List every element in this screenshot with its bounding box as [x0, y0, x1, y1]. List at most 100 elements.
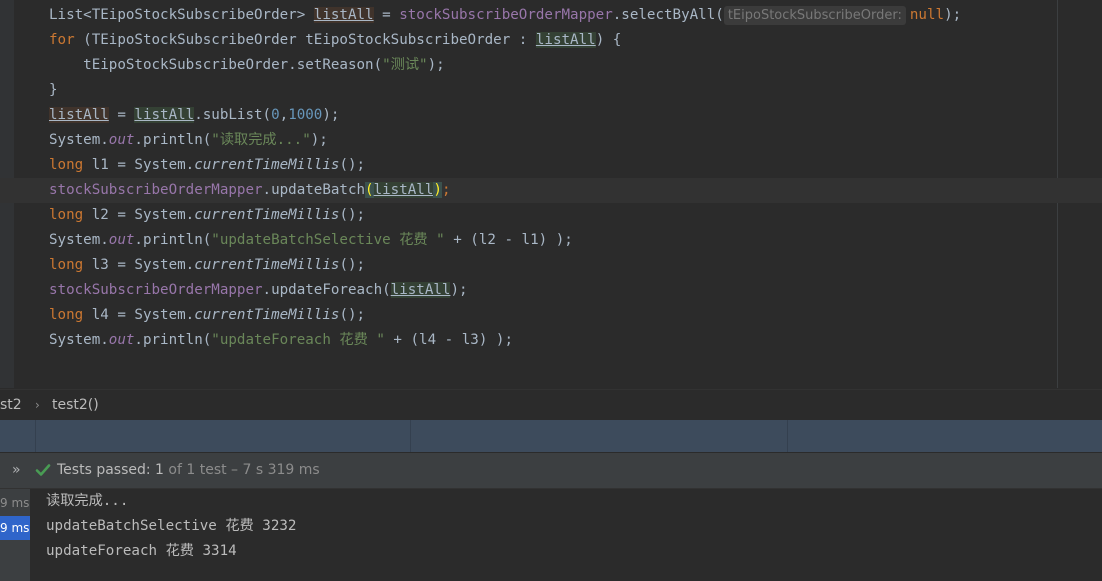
- code-line[interactable]: for (TEipoStockSubscribeOrder tEipoStock…: [0, 28, 1102, 53]
- tests-passed-count: 1: [155, 462, 164, 478]
- code-token: ) {: [595, 32, 622, 48]
- code-token: "测试": [382, 57, 428, 73]
- code-token: System.: [49, 132, 109, 148]
- code-token: ();: [339, 257, 366, 273]
- code-token: );: [310, 132, 328, 148]
- code-token: long: [49, 307, 92, 323]
- code-token: 0: [271, 107, 280, 123]
- code-token: stockSubscribeOrderMapper: [399, 7, 613, 23]
- code-line[interactable]: System.out.println("updateForeach 花费 " +…: [0, 328, 1102, 353]
- code-line[interactable]: long l3 = System.currentTimeMillis();: [0, 253, 1102, 278]
- code-token: long: [49, 257, 92, 273]
- code-token: l4 = System.: [91, 307, 195, 323]
- code-token: ): [433, 182, 442, 198]
- code-token: ,: [279, 107, 289, 123]
- code-token: l2 = System.: [91, 207, 195, 223]
- test-tree-row[interactable]: 9 ms: [0, 516, 30, 540]
- code-token: System.: [49, 232, 109, 248]
- breadcrumb-class[interactable]: st2: [0, 390, 22, 420]
- code-token: .updateBatch: [262, 182, 366, 198]
- check-icon: [35, 464, 51, 476]
- code-token: ;: [441, 182, 451, 198]
- code-line[interactable]: System.out.println("读取完成...");: [0, 128, 1102, 153]
- code-token: .selectByAll(: [612, 7, 724, 23]
- run-toolbar: [0, 420, 1102, 453]
- code-token: =: [108, 107, 135, 123]
- code-token: "读取完成...": [211, 132, 311, 148]
- code-line-text: long l4 = System.currentTimeMillis();: [49, 303, 365, 328]
- code-line[interactable]: listAll = listAll.subList(0,1000);: [0, 103, 1102, 128]
- code-token: ();: [339, 307, 366, 323]
- code-token: out: [108, 232, 135, 248]
- expand-icon[interactable]: »: [12, 453, 21, 488]
- code-token: currentTimeMillis: [194, 257, 340, 273]
- code-token: stockSubscribeOrderMapper: [49, 182, 263, 198]
- code-token: "updateBatchSelective 花费 ": [211, 232, 445, 248]
- code-line-text: long l1 = System.currentTimeMillis();: [49, 153, 365, 178]
- code-line[interactable]: long l4 = System.currentTimeMillis();: [0, 303, 1102, 328]
- code-token: List<TEipoStockSubscribeOrder>: [49, 7, 314, 23]
- code-token: );: [322, 107, 340, 123]
- code-line[interactable]: long l2 = System.currentTimeMillis();: [0, 203, 1102, 228]
- code-token: out: [108, 332, 135, 348]
- code-editor[interactable]: List<TEipoStockSubscribeOrder> listAll =…: [0, 0, 1102, 388]
- code-token: stockSubscribeOrderMapper: [49, 282, 263, 298]
- parameter-hint: tEipoStockSubscribeOrder:: [723, 6, 906, 25]
- code-token: System.: [49, 332, 109, 348]
- toolbar-section: [410, 420, 787, 452]
- code-token: .println(: [134, 232, 212, 248]
- code-line[interactable]: List<TEipoStockSubscribeOrder> listAll =…: [0, 3, 1102, 28]
- code-line-text: tEipoStockSubscribeOrder.setReason("测试")…: [49, 53, 445, 78]
- code-token: );: [427, 57, 445, 73]
- code-token: (: [365, 182, 374, 198]
- test-tree: 9 ms 9 ms: [0, 489, 30, 581]
- code-token: + (l4 - l3) );: [384, 332, 514, 348]
- code-line-text: System.out.println("updateForeach 花费 " +…: [49, 328, 513, 353]
- breadcrumb-method[interactable]: test2(): [52, 390, 99, 420]
- code-line-text: long l2 = System.currentTimeMillis();: [49, 203, 365, 228]
- code-token: long: [49, 207, 92, 223]
- code-token: for: [49, 32, 84, 48]
- code-line-text: for (TEipoStockSubscribeOrder tEipoStock…: [49, 28, 621, 53]
- code-token: listAll: [313, 7, 374, 23]
- breadcrumb: st2 › test2(): [0, 389, 1102, 421]
- tests-passed-label: Tests passed:: [57, 462, 156, 478]
- code-line-text: System.out.println("读取完成...");: [49, 128, 328, 153]
- tests-passed-detail: of 1 test – 7 s 319 ms: [163, 462, 320, 478]
- code-token: null: [909, 7, 945, 23]
- code-token: (TEipoStockSubscribeOrder tEipoStockSubs…: [83, 32, 536, 48]
- code-token: l3 = System.: [91, 257, 195, 273]
- code-token: currentTimeMillis: [194, 157, 340, 173]
- test-status-bar: » Tests passed: 1 of 1 test – 7 s 319 ms: [0, 453, 1102, 489]
- code-line[interactable]: long l1 = System.currentTimeMillis();: [0, 153, 1102, 178]
- code-token: .updateForeach(: [262, 282, 391, 298]
- breadcrumb-separator-icon: ›: [35, 398, 40, 412]
- code-token: currentTimeMillis: [194, 307, 340, 323]
- code-line-text: System.out.println("updateBatchSelective…: [49, 228, 573, 253]
- code-token: ();: [339, 207, 366, 223]
- code-line-text: stockSubscribeOrderMapper.updateBatch(li…: [49, 178, 450, 203]
- code-token: listAll: [134, 107, 195, 123]
- code-line[interactable]: tEipoStockSubscribeOrder.setReason("测试")…: [0, 53, 1102, 78]
- code-token: listAll: [49, 107, 109, 123]
- code-token: }: [49, 82, 58, 98]
- console-line: 读取完成...: [46, 493, 129, 509]
- code-token: );: [450, 282, 468, 298]
- console-line: updateBatchSelective 花费 3232: [46, 518, 297, 534]
- code-token: listAll: [535, 32, 596, 48]
- test-tree-row[interactable]: 9 ms: [0, 491, 30, 515]
- code-token: + (l2 - l1) );: [444, 232, 573, 248]
- code-token: ();: [339, 157, 366, 173]
- code-line[interactable]: }: [0, 78, 1102, 103]
- code-token: .subList(: [194, 107, 272, 123]
- code-line-text: stockSubscribeOrderMapper.updateForeach(…: [49, 278, 468, 303]
- code-token: listAll: [390, 282, 451, 298]
- code-line[interactable]: stockSubscribeOrderMapper.updateBatch(li…: [0, 178, 1102, 203]
- code-line-text: List<TEipoStockSubscribeOrder> listAll =…: [49, 3, 961, 28]
- code-line[interactable]: stockSubscribeOrderMapper.updateForeach(…: [0, 278, 1102, 303]
- code-line[interactable]: System.out.println("updateBatchSelective…: [0, 228, 1102, 253]
- code-token: out: [108, 132, 135, 148]
- code-token: long: [49, 157, 92, 173]
- code-token: 1000: [288, 107, 323, 123]
- code-line-text: listAll = listAll.subList(0,1000);: [49, 103, 339, 128]
